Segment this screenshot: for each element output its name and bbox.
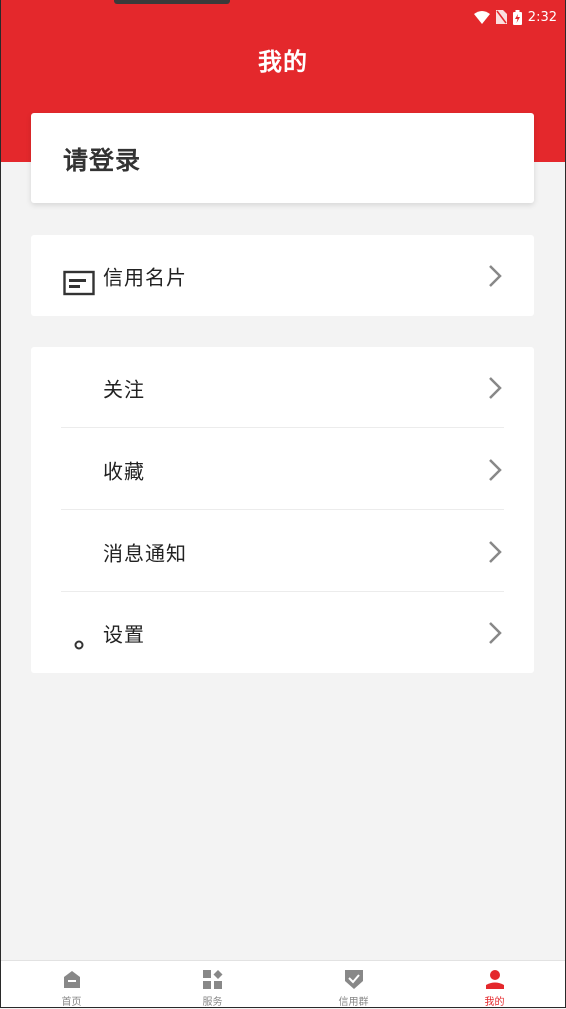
no-sim-icon: [495, 10, 507, 24]
tab-label: 信用群: [338, 997, 369, 1008]
bottom-tab-bar: 首页 服务 信用群 我的: [1, 960, 565, 1008]
camera-notch: [114, 0, 230, 4]
divider: [61, 427, 504, 428]
menu-group-primary: 信用名片: [31, 235, 534, 316]
tab-label: 首页: [61, 997, 82, 1008]
menu-item-label: 信用名片: [103, 265, 187, 289]
chevron-right-icon: [489, 540, 502, 563]
menu-group-secondary: 关注 收藏 消息通知 设置: [31, 347, 534, 673]
divider: [61, 509, 504, 510]
login-label[interactable]: 请登录: [63, 141, 141, 177]
tab-label: 服务: [202, 997, 223, 1008]
tab-credit-group[interactable]: 信用群: [283, 961, 424, 1008]
page-title: 我的: [258, 48, 308, 76]
wifi-icon: [473, 10, 490, 24]
battery-charging-icon: [512, 9, 522, 25]
business-card-icon: [63, 270, 95, 296]
tab-home[interactable]: 首页: [1, 961, 142, 1008]
menu-item-label: 消息通知: [103, 541, 187, 565]
menu-item-label: 收藏: [103, 459, 145, 483]
tab-mine[interactable]: 我的: [424, 961, 565, 1008]
chevron-right-icon: [489, 376, 502, 399]
menu-item-favorites[interactable]: 收藏: [31, 429, 534, 510]
menu-item-credit-card[interactable]: 信用名片: [31, 235, 534, 316]
settings-icon: [74, 640, 84, 650]
app-screen: 2:32 我的 请登录 信用名片 关注 收藏 消息通知 设置 首页 服务 信用群…: [0, 0, 566, 1008]
chevron-right-icon: [489, 458, 502, 481]
tab-services[interactable]: 服务: [142, 961, 283, 1008]
menu-item-label: 设置: [103, 622, 145, 646]
tab-label: 我的: [484, 997, 505, 1008]
status-bar: 2:32: [473, 8, 557, 26]
shield-check-icon: [344, 970, 363, 989]
chevron-right-icon: [489, 621, 502, 644]
menu-item-settings[interactable]: 设置: [31, 592, 534, 673]
menu-item-follow[interactable]: 关注: [31, 347, 534, 428]
status-time: 2:32: [527, 9, 557, 25]
menu-item-label: 关注: [103, 377, 145, 401]
menu-item-notifications[interactable]: 消息通知: [31, 511, 534, 592]
services-icon: [202, 969, 222, 989]
home-icon: [63, 971, 80, 988]
chevron-right-icon: [489, 264, 502, 287]
login-card[interactable]: 请登录: [31, 113, 534, 203]
person-icon: [485, 970, 504, 989]
